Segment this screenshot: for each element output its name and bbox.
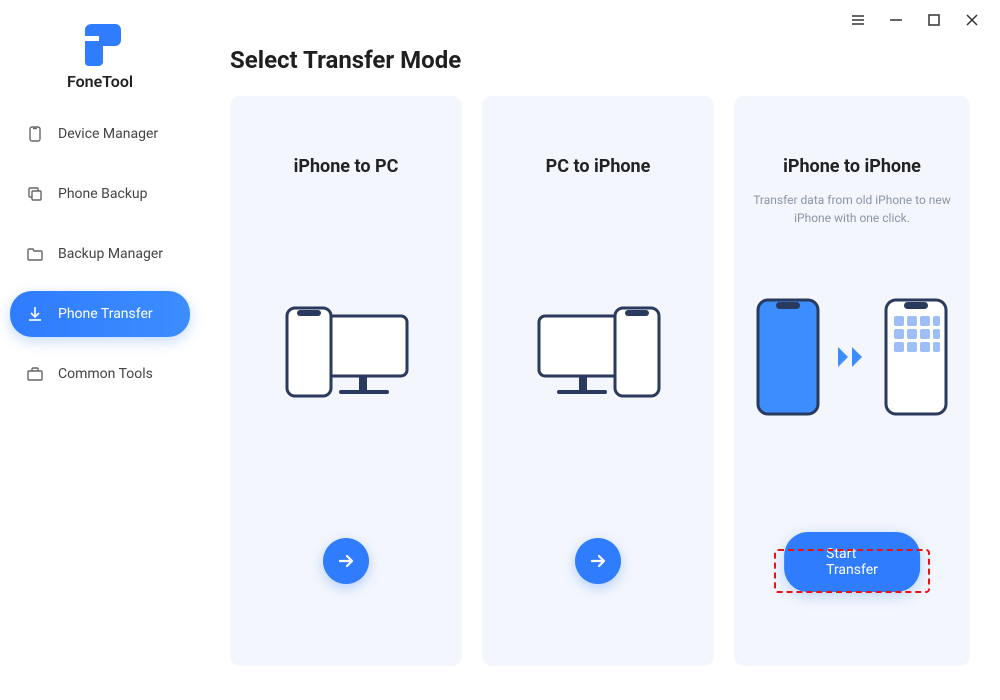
sidebar-item-label: Common Tools	[58, 366, 153, 382]
toolbox-icon	[26, 365, 44, 383]
card-title: iPhone to PC	[294, 156, 399, 177]
app-logo-area: FoneTool	[0, 20, 200, 91]
sidebar-item-label: Phone Transfer	[58, 306, 153, 322]
sidebar-item-label: Backup Manager	[58, 246, 163, 262]
card-title: PC to iPhone	[546, 156, 651, 177]
iphone-to-pc-illustration	[281, 257, 411, 457]
sidebar-item-backup-manager[interactable]: Backup Manager	[10, 231, 190, 277]
card-iphone-to-iphone[interactable]: iPhone to iPhone Transfer data from old …	[734, 96, 970, 666]
go-button[interactable]	[323, 538, 369, 584]
sidebar-item-label: Phone Backup	[58, 186, 148, 202]
arrow-right-icon	[588, 551, 608, 571]
main-content: Select Transfer Mode iPhone to PC PC to …	[200, 0, 1000, 700]
pc-to-iphone-illustration	[533, 257, 663, 457]
copy-icon	[26, 185, 44, 203]
card-title: iPhone to iPhone	[783, 156, 921, 177]
card-description: Transfer data from old iPhone to new iPh…	[752, 191, 952, 227]
sidebar-item-common-tools[interactable]: Common Tools	[10, 351, 190, 397]
sidebar-nav: Device Manager Phone Backup Backup Manag…	[0, 111, 200, 397]
app-name: FoneTool	[0, 72, 200, 91]
go-button[interactable]	[575, 538, 621, 584]
sidebar-item-device-manager[interactable]: Device Manager	[10, 111, 190, 157]
card-iphone-to-pc[interactable]: iPhone to PC	[230, 96, 462, 666]
iphone-to-iphone-illustration	[752, 257, 952, 457]
download-icon	[26, 305, 44, 323]
app-logo-icon	[77, 20, 123, 66]
sidebar: FoneTool Device Manager Phone Backup Bac…	[0, 0, 200, 700]
sidebar-item-phone-transfer[interactable]: Phone Transfer	[10, 291, 190, 337]
page-title: Select Transfer Mode	[230, 46, 970, 74]
transfer-mode-cards: iPhone to PC PC to iPhone	[230, 96, 970, 666]
sidebar-item-phone-backup[interactable]: Phone Backup	[10, 171, 190, 217]
start-transfer-button[interactable]: Start Transfer	[784, 532, 920, 592]
sidebar-item-label: Device Manager	[58, 126, 158, 142]
arrow-right-icon	[336, 551, 356, 571]
folder-icon	[26, 245, 44, 263]
phone-device-icon	[26, 125, 44, 143]
card-pc-to-iphone[interactable]: PC to iPhone	[482, 96, 714, 666]
